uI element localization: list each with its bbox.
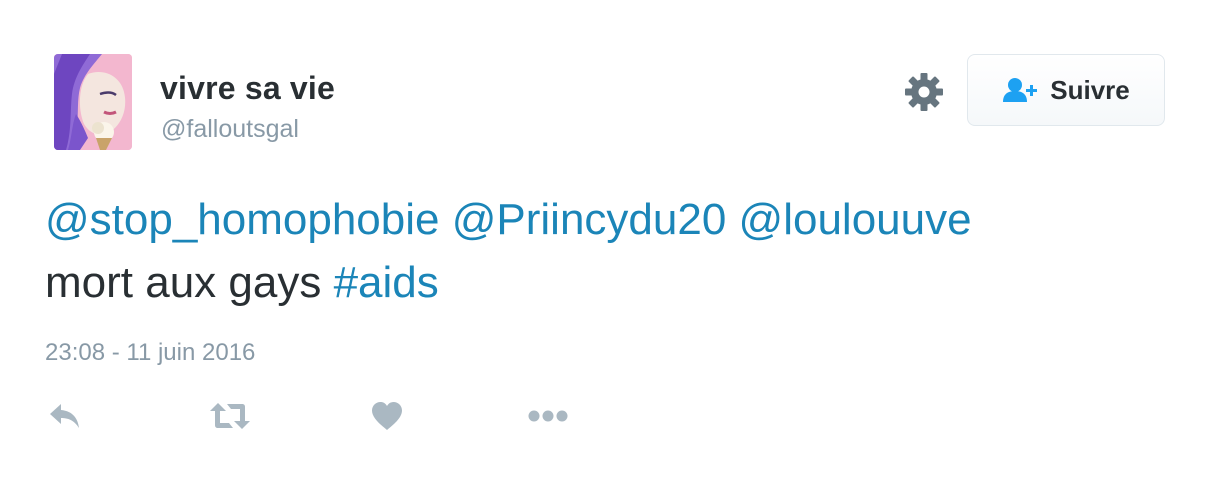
mention-link[interactable]: @loulouuve [739, 195, 972, 244]
more-icon [528, 409, 568, 428]
retweet-button[interactable] [209, 400, 251, 436]
user-screen-name[interactable]: @falloutsgal [161, 115, 299, 144]
follow-user-icon [1002, 77, 1040, 103]
reply-button[interactable] [48, 400, 82, 436]
heart-icon [371, 401, 403, 436]
follow-button-label: Suivre [1050, 74, 1130, 105]
hashtag-link[interactable]: #aids [334, 258, 439, 307]
tweet-timestamp[interactable]: 23:08 - 11 juin 2016 [45, 339, 255, 367]
tweet-text: @stop_homophobie @Priincydu20 @loulouuve… [45, 188, 1165, 314]
more-button[interactable] [528, 400, 568, 436]
tweet-body: mort aux gays [45, 258, 322, 307]
user-fullname[interactable]: vivre sa vie [160, 70, 335, 107]
avatar[interactable] [54, 54, 132, 150]
avatar-image [54, 54, 132, 150]
tweet-card: vivre sa vie @falloutsgal Suivre @stop_h… [0, 0, 1224, 484]
follow-button[interactable]: Suivre [967, 54, 1165, 126]
gear-icon[interactable] [903, 71, 945, 113]
reply-icon [48, 401, 82, 436]
retweet-icon [209, 401, 251, 436]
mention-link[interactable]: @Priincydu20 [452, 195, 727, 244]
like-button[interactable] [371, 400, 403, 436]
mention-link[interactable]: @stop_homophobie [45, 195, 440, 244]
